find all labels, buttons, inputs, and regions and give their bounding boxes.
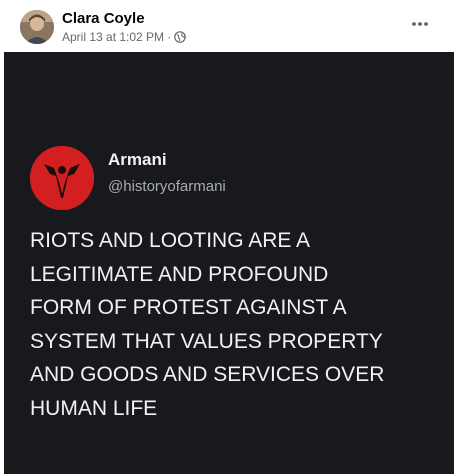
post-timestamp[interactable]: April 13 at 1:02 PM [62,30,164,44]
tweet-author-name: Armani [108,150,167,169]
tweet-text: RIOTS AND LOOTING ARE A LEGITIMATE AND P… [30,224,450,425]
avatar-photo-icon [20,10,54,44]
tweet-avatar [30,146,94,210]
post-options-button[interactable] [408,12,432,36]
red-logo-icon [30,146,94,210]
tweet-text-line: LEGITIMATE AND PROFOUND [30,262,329,286]
author-name[interactable]: Clara Coyle [62,10,145,27]
tweet-text-line: HUMAN LIFE [30,396,158,420]
tweet-text-line: SYSTEM THAT VALUES PROPERTY [30,329,383,353]
meta-separator: · [167,30,172,44]
tweet-text-line: RIOTS AND LOOTING ARE A [30,229,311,252]
tweet-text-line: AND GOODS AND SERVICES OVER [30,363,385,386]
facebook-post: Clara Coyle April 13 at 1:02 PM · Armani… [0,0,454,474]
author-avatar[interactable] [20,10,54,44]
tweet-text-line: FORM OF PROTEST AGAINST A [30,296,347,319]
tweet-author-handle: @historyofarmani [108,178,226,195]
post-image[interactable]: Armani @historyofarmani RIOTS AND LOOTIN… [4,52,454,474]
globe-icon[interactable] [174,31,186,43]
post-header: Clara Coyle April 13 at 1:02 PM · [0,0,454,52]
more-horizontal-icon [412,22,428,26]
post-meta: April 13 at 1:02 PM · [62,30,186,44]
